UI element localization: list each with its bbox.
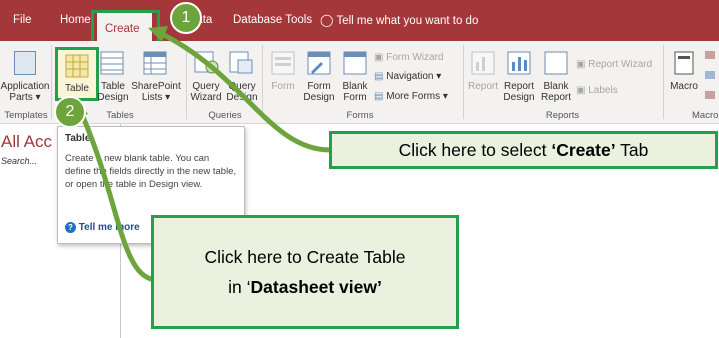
step-badge-1: 1 <box>170 2 202 34</box>
table-callout-prefix: in ‘ <box>228 277 251 297</box>
arrow-to-table-button <box>77 108 156 283</box>
create-callout-prefix: Click here to select <box>398 140 552 160</box>
create-callout-suffix: Tab <box>615 140 649 160</box>
arrow-to-create-tab <box>158 30 331 153</box>
create-tab-callout: Click here to select ‘Create’ Tab <box>329 131 718 169</box>
table-callout-line1: Click here to Create Table <box>204 247 406 267</box>
table-callout-bold: Datasheet view’ <box>250 277 382 297</box>
step-badge-2: 2 <box>54 96 86 128</box>
create-callout-bold: ‘Create’ <box>551 140 616 160</box>
arrow-head-create <box>148 26 168 42</box>
table-callout: Click here to Create Table in ‘Datasheet… <box>151 215 459 329</box>
